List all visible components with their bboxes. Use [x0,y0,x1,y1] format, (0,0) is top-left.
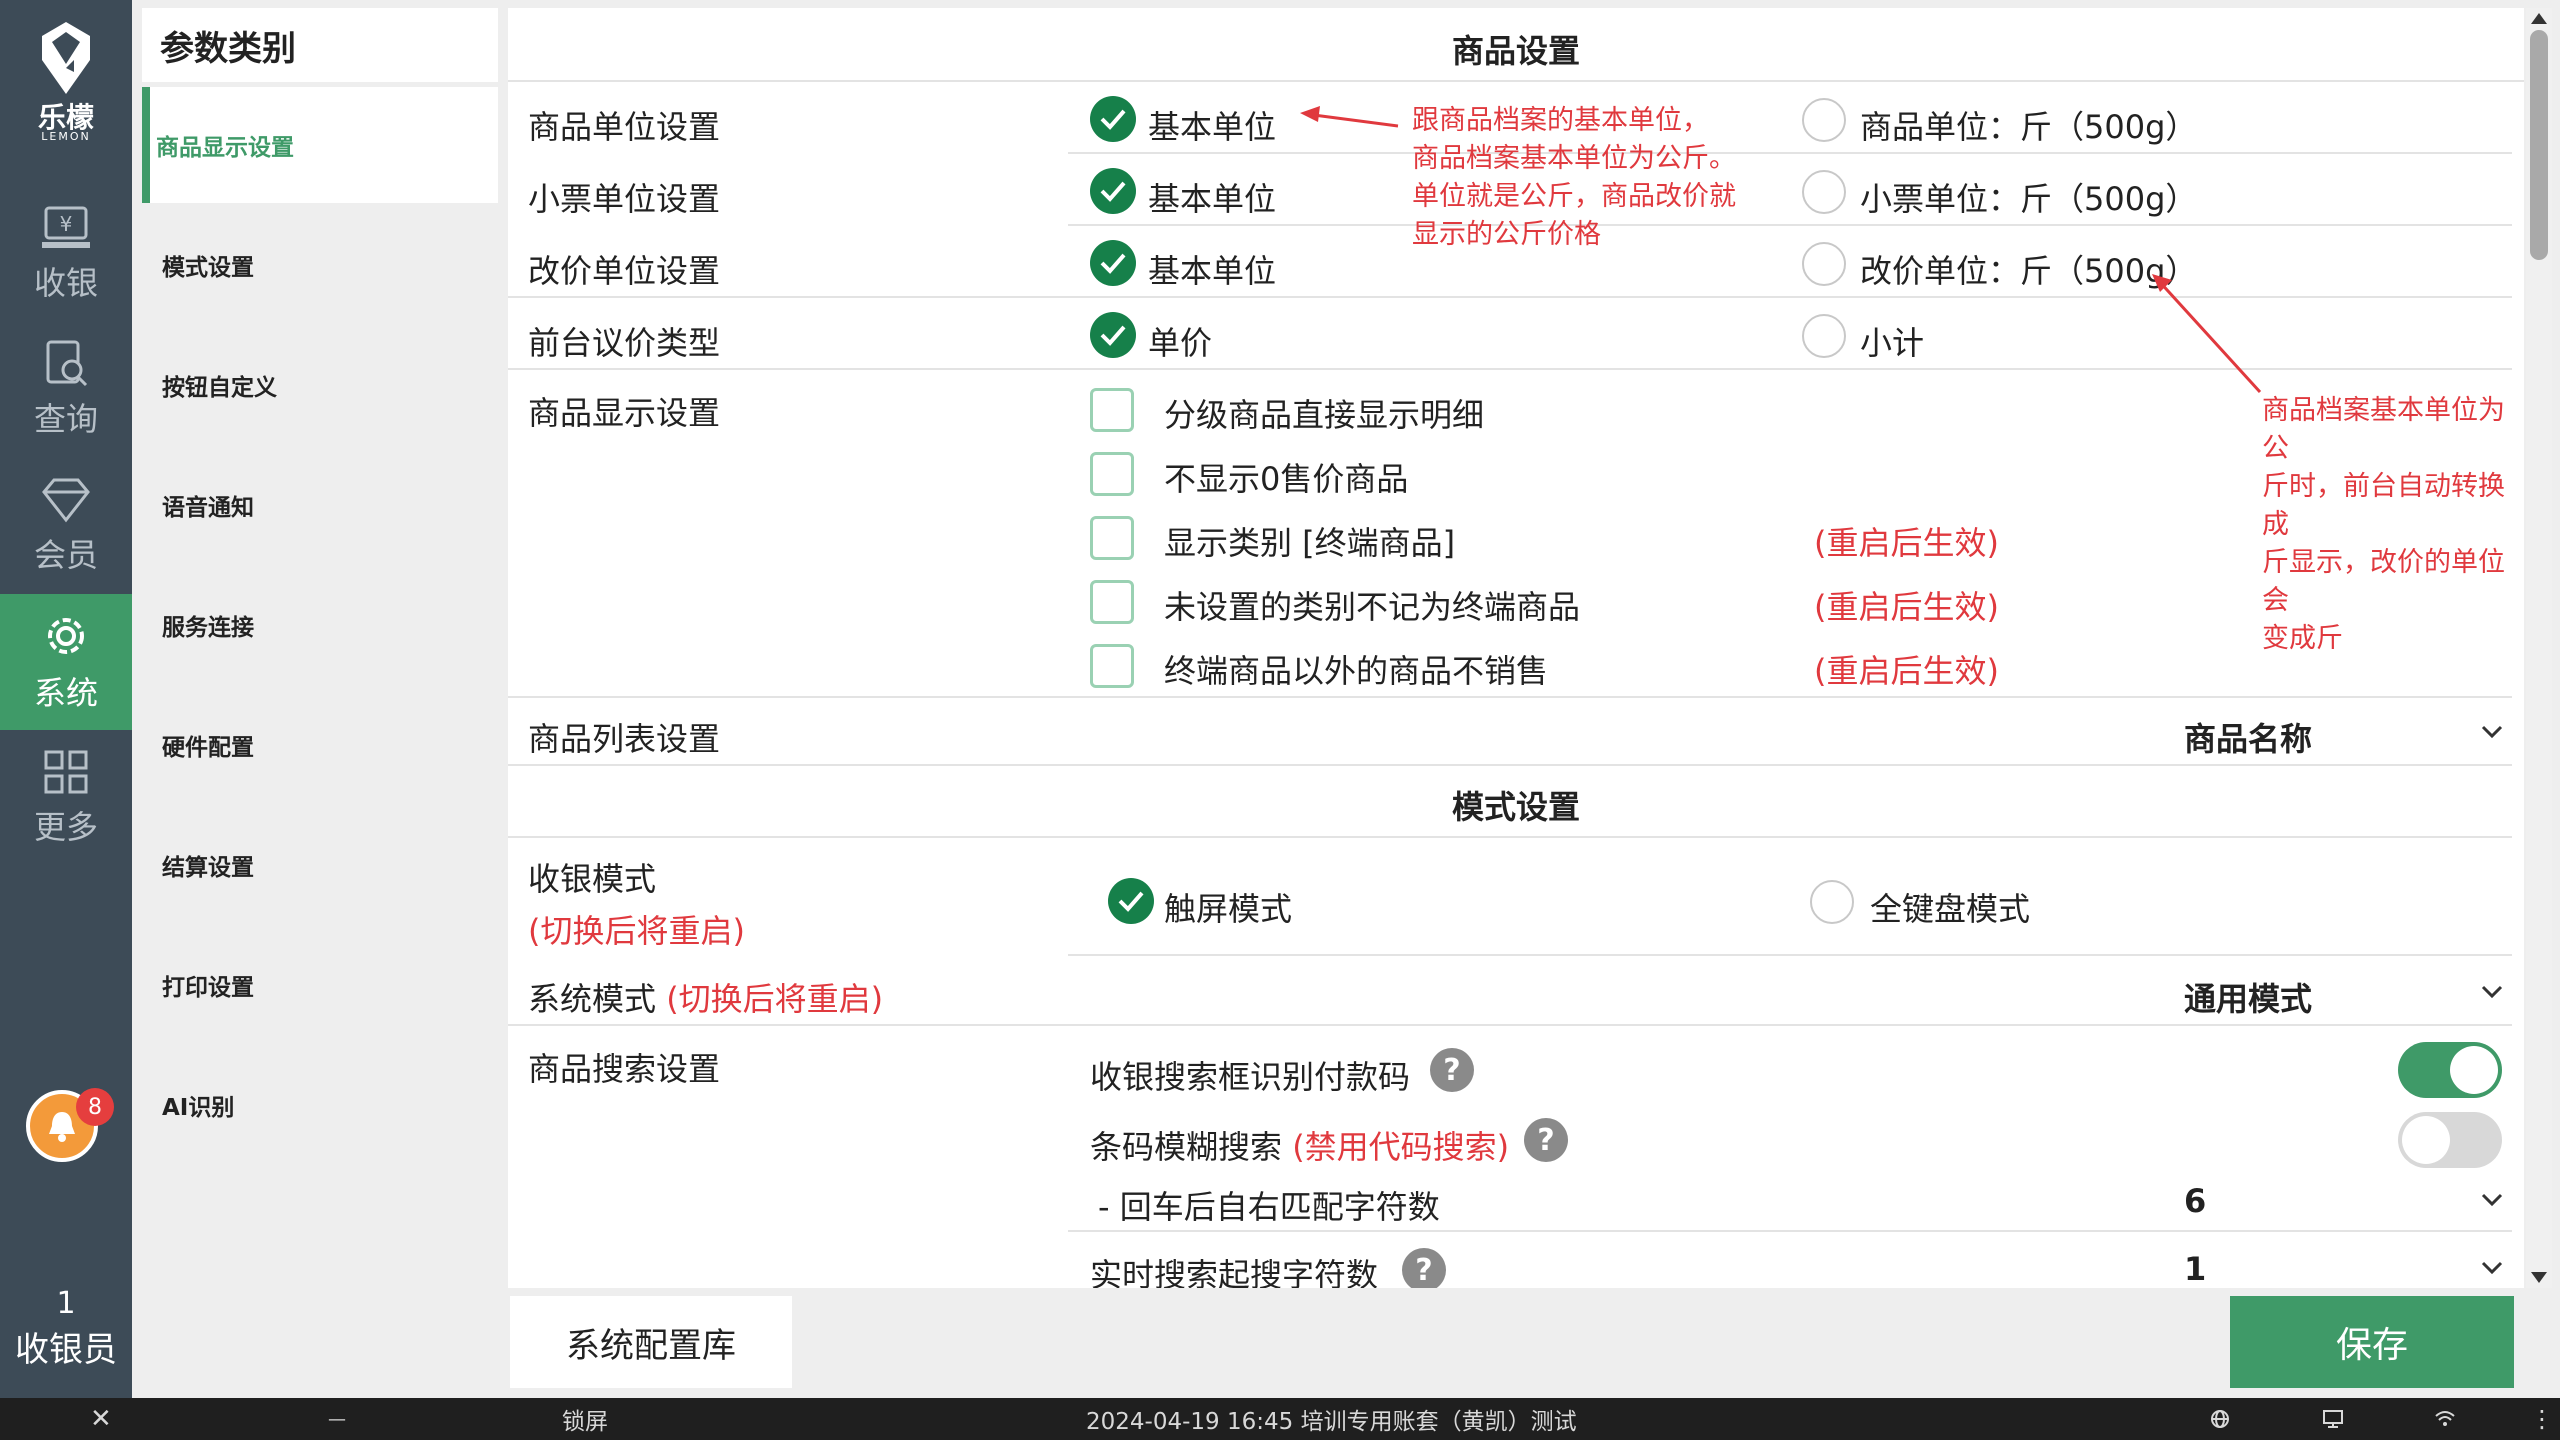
monitor-icon[interactable] [2322,1398,2344,1440]
goods-list-dropdown[interactable]: 商品名称 [2184,714,2312,760]
touch-mode-text: 触屏模式 [1164,890,1293,928]
user-number: 1 [56,1286,76,1321]
nav-item-more[interactable]: 更多 [0,730,132,866]
barcode-fuzzy-toggle[interactable] [2398,1112,2502,1168]
nav-label-query: 查询 [33,400,98,438]
category-goods-display[interactable]: 商品显示设置 [150,87,506,203]
category-settlement[interactable]: 结算设置 [150,807,506,923]
nav-item-system[interactable]: 系统 [0,594,132,730]
logo-subtext: LEMON [41,130,91,143]
chevron-down-icon[interactable] [2480,1192,2504,1212]
right-match-label: - 回车后自右匹配字符数 [1098,1188,1440,1226]
settings-panel: 商品设置 商品单位设置 基本单位 商品单位：斤（500g） 小票单位设置 基本单… [508,8,2524,1288]
diamond-icon [42,478,90,523]
sys-mode-label: 系统模式 (切换后将重启) [528,974,883,1020]
chevron-down-icon[interactable] [2480,724,2504,744]
more-icon[interactable]: ⋮ [2530,1398,2554,1440]
nav-label-system: 系统 [33,674,98,712]
sys-mode-label-text: 系统模式 [528,980,657,1018]
realtime-search-label: 实时搜索起搜字符数 [1090,1256,1379,1288]
minimize-icon[interactable]: — [328,1398,346,1440]
category-print[interactable]: 打印设置 [150,927,506,1043]
chevron-down-icon[interactable] [2480,984,2504,1004]
divider [508,836,2512,838]
search-paycode-toggle[interactable] [2398,1042,2502,1098]
barcode-fuzzy-text: 条码模糊搜索 [1090,1128,1283,1166]
help-icon[interactable]: ? [1402,1248,1446,1288]
nav-label-more: 更多 [33,808,98,846]
barcode-fuzzy-note: (禁用代码搜索) [1292,1128,1510,1166]
category-service[interactable]: 服务连接 [150,567,506,683]
globe-icon[interactable] [2210,1398,2230,1440]
grid-icon [44,750,88,794]
category-ai[interactable]: AI识别 [150,1047,506,1163]
sys-config-button[interactable]: 系统配置库 [510,1296,792,1388]
nav-label-cashier: 收银 [33,264,98,302]
realtime-search-dropdown[interactable]: 1 [2184,1250,2206,1288]
nav-item-cashier[interactable]: ¥ 收银 [0,186,132,322]
nav-label-member: 会员 [33,536,98,574]
category-hardware[interactable]: 硬件配置 [150,687,506,803]
nav-item-member[interactable]: 会员 [0,458,132,594]
category-voice[interactable]: 语音通知 [150,447,506,563]
divider [1068,954,2512,956]
category-mode[interactable]: 模式设置 [150,207,506,323]
search-doc-icon [46,340,88,387]
annotation-arrows [1300,106,2262,394]
category-buttons[interactable]: 按钮自定义 [150,327,506,443]
sys-mode-dropdown[interactable]: 通用模式 [2184,974,2312,1020]
scrollbar-thumb[interactable] [2530,30,2548,260]
wifi-icon[interactable] [2434,1398,2456,1440]
help-icon[interactable]: ? [1524,1118,1568,1162]
save-button[interactable]: 保存 [2230,1296,2514,1388]
barcode-fuzzy-label: 条码模糊搜索 (禁用代码搜索) [1090,1122,1509,1168]
scroll-up-icon[interactable] [2530,10,2548,29]
cash-register-icon: ¥ [42,206,90,248]
search-setting-label: 商品搜索设置 [528,1050,721,1088]
status-info: 2024-04-19 16:45 培训专用账套（黄凯）测试 [1086,1409,1577,1435]
lemon-logo-icon [38,20,94,100]
category-active-marker [142,87,150,203]
goods-list-label: 商品列表设置 [528,720,721,758]
search-paycode-text: 收银搜索框识别付款码 [1090,1058,1411,1096]
divider [508,764,2512,766]
status-bar: ✕ — 锁屏 2024-04-19 16:45 培训专用账套（黄凯）测试 ⋮ [0,1398,2560,1440]
cash-mode-note: (切换后将重启) [528,912,745,950]
keyboard-mode-radio[interactable] [1810,880,1854,924]
scroll-down-icon[interactable] [2530,1270,2548,1289]
notify-badge: 8 [76,1088,114,1126]
right-match-dropdown[interactable]: 6 [2184,1182,2206,1220]
left-nav: 乐檬 LEMON ¥ 收银 查询 会员 系统 更多 8 1 收银员 [0,0,132,1398]
close-icon[interactable]: ✕ [90,1398,112,1440]
keyboard-mode-text: 全键盘模式 [1870,890,2031,928]
cash-mode-label: 收银模式 [528,860,657,898]
mode-section-title: 模式设置 [1451,788,1580,826]
touch-mode-radio[interactable] [1108,878,1154,924]
chevron-down-icon[interactable] [2480,1260,2504,1280]
nav-item-query[interactable]: 查询 [0,322,132,458]
help-icon[interactable]: ? [1430,1048,1474,1092]
sys-mode-note: (切换后将重启) [666,980,884,1018]
divider [508,1024,2512,1026]
lock-screen-button[interactable]: 锁屏 [562,1398,608,1440]
user-role[interactable]: 收银员 [0,1322,132,1371]
svg-text:¥: ¥ [60,212,73,236]
divider [1068,1230,2512,1232]
category-header: 参数类别 [142,8,498,82]
gear-icon [48,618,84,654]
